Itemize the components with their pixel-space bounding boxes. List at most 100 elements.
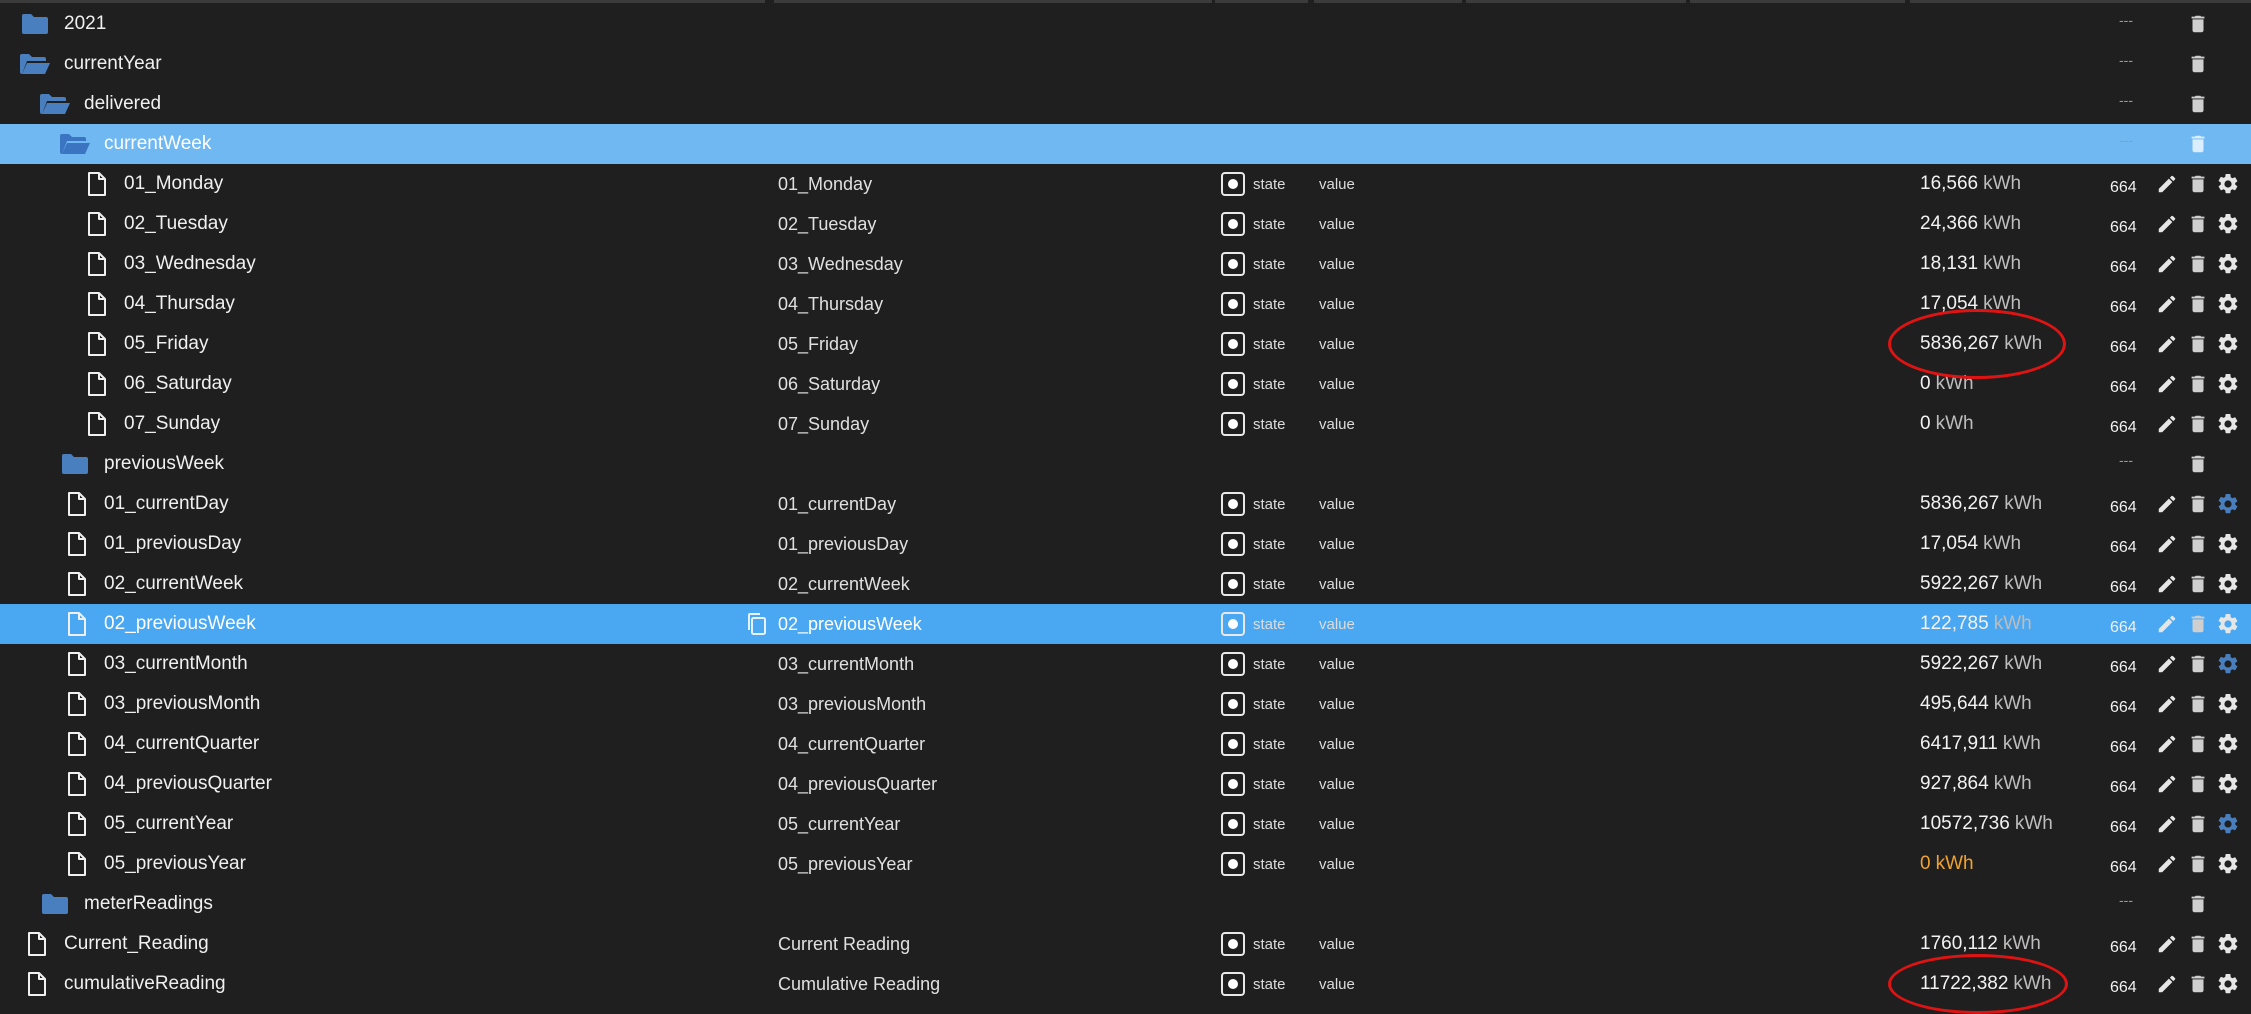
gear-icon[interactable] <box>2214 764 2242 804</box>
pencil-icon[interactable] <box>2153 484 2181 524</box>
state-value[interactable]: 495,644 kWh <box>1920 684 2032 724</box>
trash-icon[interactable] <box>2184 884 2212 924</box>
state-value[interactable]: 5922,267 kWh <box>1920 564 2042 604</box>
state-row[interactable]: 04_previousQuarter 04_previousQuarter stat… <box>0 764 2251 804</box>
state-value[interactable]: 17,054 kWh <box>1920 524 2021 564</box>
trash-icon[interactable] <box>2184 564 2212 604</box>
trash-icon[interactable] <box>2184 924 2212 964</box>
copy-icon[interactable] <box>742 604 770 644</box>
pencil-icon[interactable] <box>2153 644 2181 684</box>
pencil-icon[interactable] <box>2153 364 2181 404</box>
pencil-icon[interactable] <box>2153 844 2181 884</box>
gear-icon[interactable] <box>2214 324 2242 364</box>
state-row[interactable]: 05_currentYear 05_currentYear state value 10… <box>0 804 2251 844</box>
state-row[interactable]: 02_previousWeek 02_previousWeek state value… <box>0 604 2251 644</box>
state-row[interactable]: 07_Sunday 07_Sunday state value 0 kWh 664 <box>0 404 2251 444</box>
state-value[interactable]: 0 kWh <box>1920 844 1974 884</box>
gear-icon[interactable] <box>2214 484 2242 524</box>
state-row[interactable]: 01_currentDay 01_currentDay state value 5836… <box>0 484 2251 524</box>
folder-row[interactable]: meterReadings --- <box>0 884 2251 924</box>
state-value[interactable]: 927,864 kWh <box>1920 764 2032 804</box>
pencil-icon[interactable] <box>2153 964 2181 1004</box>
trash-icon[interactable] <box>2184 484 2212 524</box>
gear-icon[interactable] <box>2214 364 2242 404</box>
trash-icon[interactable] <box>2184 44 2212 84</box>
gear-icon[interactable] <box>2214 804 2242 844</box>
trash-icon[interactable] <box>2184 684 2212 724</box>
gear-icon[interactable] <box>2214 964 2242 1004</box>
state-row[interactable]: 04_currentQuarter 04_currentQuarter state v… <box>0 724 2251 764</box>
pencil-icon[interactable] <box>2153 284 2181 324</box>
state-row[interactable]: 01_Monday 01_Monday state value 16,566 kWh 664 <box>0 164 2251 204</box>
gear-icon[interactable] <box>2214 284 2242 324</box>
pencil-icon[interactable] <box>2153 764 2181 804</box>
gear-icon[interactable] <box>2214 244 2242 284</box>
pencil-icon[interactable] <box>2153 524 2181 564</box>
pencil-icon[interactable] <box>2153 684 2181 724</box>
gear-icon[interactable] <box>2214 164 2242 204</box>
trash-icon[interactable] <box>2184 964 2212 1004</box>
state-row[interactable]: 03_Wednesday 03_Wednesday state value 18,131… <box>0 244 2251 284</box>
trash-icon[interactable] <box>2184 84 2212 124</box>
trash-icon[interactable] <box>2184 804 2212 844</box>
state-value[interactable]: 6417,911 kWh <box>1920 724 2041 764</box>
gear-icon[interactable] <box>2214 924 2242 964</box>
trash-icon[interactable] <box>2184 244 2212 284</box>
gear-icon[interactable] <box>2214 524 2242 564</box>
trash-icon[interactable] <box>2184 844 2212 884</box>
trash-icon[interactable] <box>2184 404 2212 444</box>
state-row[interactable]: 02_Tuesday 02_Tuesday state value 24,366 kWh 6… <box>0 204 2251 244</box>
pencil-icon[interactable] <box>2153 804 2181 844</box>
pencil-icon[interactable] <box>2153 204 2181 244</box>
folder-row[interactable]: previousWeek --- <box>0 444 2251 484</box>
state-row[interactable]: 03_currentMonth 03_currentMonth state value… <box>0 644 2251 684</box>
state-row[interactable]: 06_Saturday 06_Saturday state value 0 kWh 664 <box>0 364 2251 404</box>
state-row[interactable]: Current_Reading Current Reading state value… <box>0 924 2251 964</box>
trash-icon[interactable] <box>2184 604 2212 644</box>
folder-row[interactable]: currentWeek --- <box>0 124 2251 164</box>
folder-row[interactable]: 2021 --- <box>0 4 2251 44</box>
state-row[interactable]: 03_previousMonth 03_previousMonth state val… <box>0 684 2251 724</box>
state-row[interactable]: 04_Thursday 04_Thursday state value 17,054 kW… <box>0 284 2251 324</box>
state-value[interactable]: 5922,267 kWh <box>1920 644 2042 684</box>
trash-icon[interactable] <box>2184 364 2212 404</box>
trash-icon[interactable] <box>2184 444 2212 484</box>
pencil-icon[interactable] <box>2153 404 2181 444</box>
gear-icon[interactable] <box>2214 644 2242 684</box>
pencil-icon[interactable] <box>2153 244 2181 284</box>
gear-icon[interactable] <box>2214 604 2242 644</box>
trash-icon[interactable] <box>2184 764 2212 804</box>
pencil-icon[interactable] <box>2153 164 2181 204</box>
trash-icon[interactable] <box>2184 204 2212 244</box>
pencil-icon[interactable] <box>2153 724 2181 764</box>
gear-icon[interactable] <box>2214 724 2242 764</box>
state-row[interactable]: 02_currentWeek 02_currentWeek state value 59… <box>0 564 2251 604</box>
state-value[interactable]: 122,785 kWh <box>1920 604 2032 644</box>
trash-icon[interactable] <box>2184 724 2212 764</box>
folder-row[interactable]: currentYear --- <box>0 44 2251 84</box>
gear-icon[interactable] <box>2214 404 2242 444</box>
trash-icon[interactable] <box>2184 4 2212 44</box>
folder-row[interactable]: delivered --- <box>0 84 2251 124</box>
state-row[interactable]: 05_previousYear 05_previousYear state value… <box>0 844 2251 884</box>
trash-icon[interactable] <box>2184 284 2212 324</box>
trash-icon[interactable] <box>2184 524 2212 564</box>
trash-icon[interactable] <box>2184 164 2212 204</box>
gear-icon[interactable] <box>2214 204 2242 244</box>
state-value[interactable]: 18,131 kWh <box>1920 244 2021 284</box>
pencil-icon[interactable] <box>2153 564 2181 604</box>
pencil-icon[interactable] <box>2153 924 2181 964</box>
trash-icon[interactable] <box>2184 644 2212 684</box>
pencil-icon[interactable] <box>2153 604 2181 644</box>
state-row[interactable]: 01_previousDay 01_previousDay state value 17… <box>0 524 2251 564</box>
trash-icon[interactable] <box>2184 124 2212 164</box>
gear-icon[interactable] <box>2214 844 2242 884</box>
state-value[interactable]: 24,366 kWh <box>1920 204 2021 244</box>
gear-icon[interactable] <box>2214 684 2242 724</box>
gear-icon[interactable] <box>2214 564 2242 604</box>
state-value[interactable]: 5836,267 kWh <box>1920 484 2042 524</box>
state-value[interactable]: 16,566 kWh <box>1920 164 2021 204</box>
trash-icon[interactable] <box>2184 324 2212 364</box>
state-value[interactable]: 10572,736 kWh <box>1920 804 2053 844</box>
state-value[interactable]: 0 kWh <box>1920 404 1974 444</box>
